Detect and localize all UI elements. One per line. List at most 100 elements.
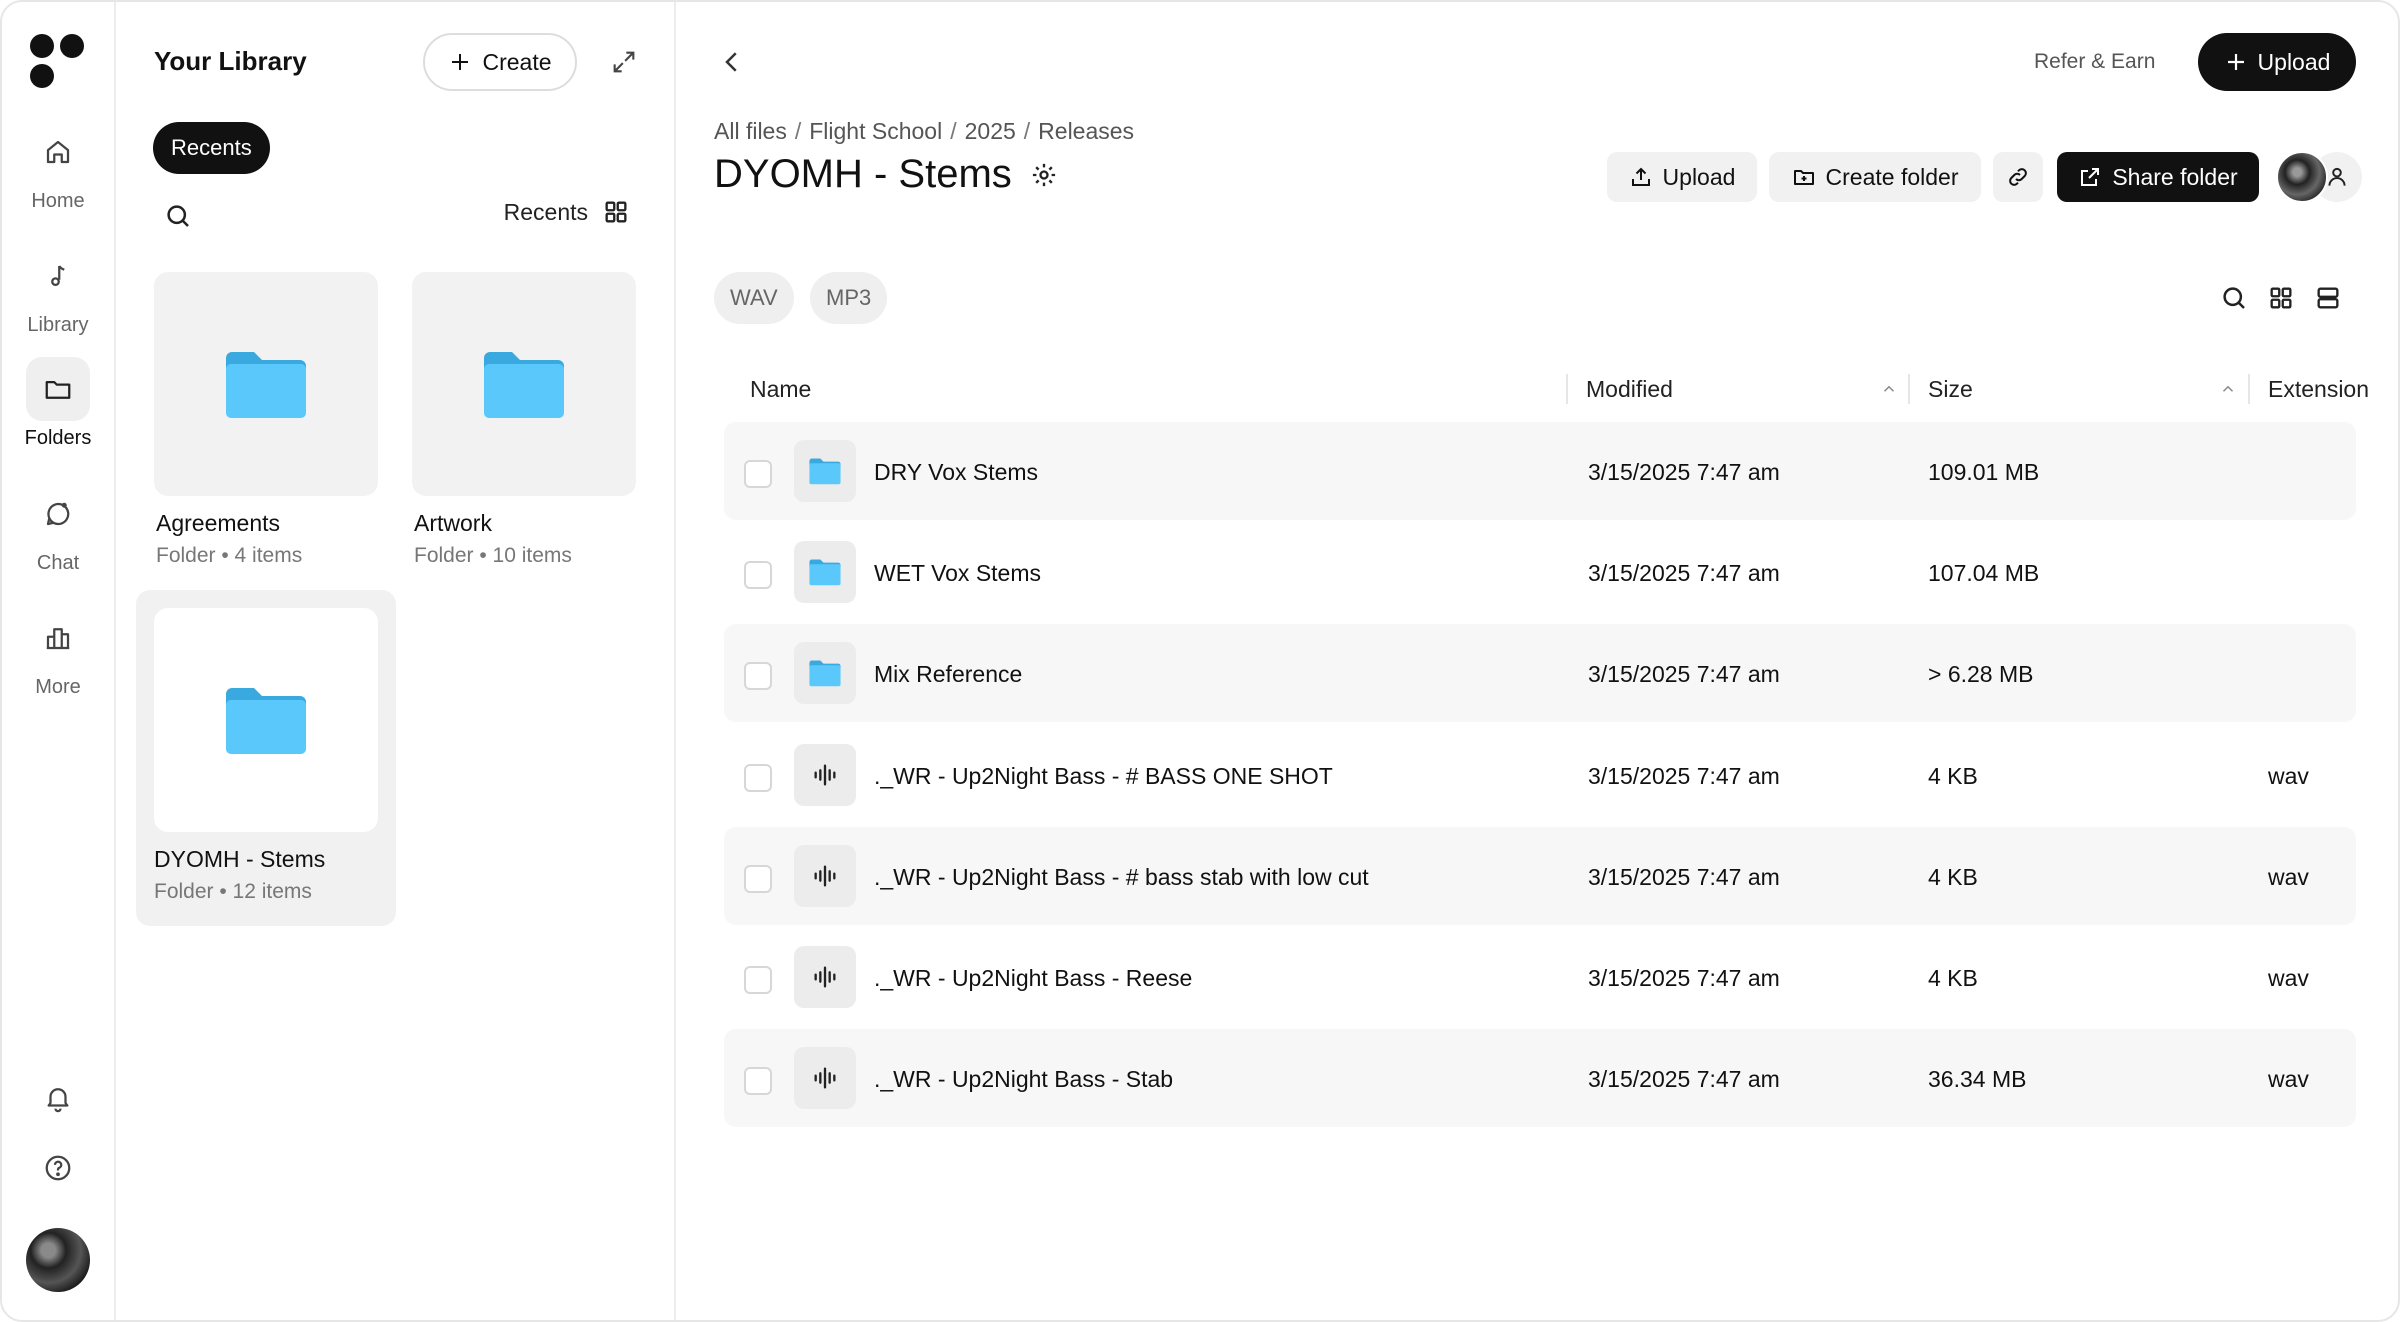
folder-card-thumbnail [412, 272, 636, 496]
folder-card-agreements[interactable]: Agreements Folder • 4 items [136, 258, 396, 578]
row-modified: 3/15/2025 7:47 am [1588, 459, 1780, 485]
breadcrumb-item[interactable]: Flight School [809, 118, 942, 145]
row-extension: wav [2268, 1066, 2309, 1092]
nav-item-home[interactable]: Home [2, 120, 114, 213]
column-divider[interactable] [1908, 374, 1910, 404]
collaborator-avatar[interactable] [2276, 151, 2328, 203]
grid-view-icon[interactable] [2261, 278, 2301, 318]
search-icon[interactable] [2214, 278, 2254, 318]
create-label: Create [482, 48, 552, 75]
table-row[interactable]: ._WR - Up2Night Bass - # BASS ONE SHOT 3… [724, 726, 2356, 824]
row-checkbox[interactable] [744, 561, 772, 589]
row-checkbox[interactable] [744, 865, 772, 893]
bell-icon[interactable] [38, 1078, 78, 1118]
folder-card-artwork[interactable]: Artwork Folder • 10 items [394, 258, 654, 578]
column-header-extension[interactable]: Extension [2268, 376, 2369, 403]
library-search-icon[interactable] [160, 198, 196, 234]
back-chevron-icon[interactable] [712, 42, 752, 82]
library-panel: Your Library Create Recents Recents Agre… [116, 2, 676, 1320]
sort-chevron-up-icon[interactable] [2219, 380, 2237, 398]
folder-icon [484, 352, 564, 418]
row-extension: wav [2268, 965, 2309, 991]
create-folder-button[interactable]: Create folder [1769, 152, 1981, 202]
folder-icon [794, 642, 856, 704]
row-checkbox[interactable] [744, 764, 772, 792]
copy-link-button[interactable] [1993, 152, 2043, 202]
main-content: Refer & Earn Upload All files / Flight S… [676, 2, 2398, 1320]
upload-button-primary[interactable]: Upload [2198, 33, 2356, 91]
row-name: WET Vox Stems [874, 560, 1042, 586]
column-header-name[interactable]: Name [750, 376, 811, 403]
folder-card-meta: Folder • 10 items [414, 544, 572, 567]
row-modified: 3/15/2025 7:47 am [1588, 1066, 1780, 1092]
folder-card-name: Agreements [156, 510, 281, 536]
row-size: 4 KB [1928, 763, 1978, 789]
row-name: ._WR - Up2Night Bass - Stab [874, 1066, 1174, 1092]
nav-item-library[interactable]: Library [2, 244, 114, 337]
table-header: Name Modified Size Extension [724, 360, 2369, 420]
table-row[interactable]: ._WR - Up2Night Bass - Stab 3/15/2025 7:… [724, 1029, 2356, 1127]
breadcrumb-item[interactable]: 2025 [965, 118, 1016, 145]
table-row[interactable]: DRY Vox Stems 3/15/2025 7:47 am 109.01 M… [724, 422, 2356, 520]
folder-icon [794, 440, 856, 502]
folder-card-dyomh-stems[interactable]: DYOMH - Stems Folder • 12 items [136, 590, 396, 926]
upload-button[interactable]: Upload [1607, 152, 1757, 202]
expand-icon[interactable] [606, 44, 642, 80]
audio-waveform-icon [794, 1047, 856, 1109]
folder-card-thumbnail [154, 608, 378, 832]
create-button[interactable]: Create [423, 33, 577, 91]
folder-card-thumbnail [154, 272, 378, 496]
breadcrumb-item[interactable]: Releases [1038, 118, 1134, 145]
breadcrumb-item[interactable]: All files [714, 118, 787, 145]
library-sort-control[interactable]: Recents [504, 198, 630, 226]
list-view-icon[interactable] [2308, 278, 2348, 318]
column-divider[interactable] [1566, 374, 1568, 404]
row-name: ._WR - Up2Night Bass - # bass stab with … [874, 864, 1369, 890]
breadcrumb-separator: / [950, 118, 957, 144]
filter-chip-mp3[interactable]: MP3 [810, 272, 888, 324]
nav-item-chat[interactable]: Chat [2, 482, 114, 575]
table-row[interactable]: ._WR - Up2Night Bass - # bass stab with … [724, 827, 2356, 925]
settings-gear-icon[interactable] [1030, 161, 1058, 189]
share-folder-button[interactable]: Share folder [2057, 152, 2259, 202]
library-title: Your Library [154, 46, 307, 76]
filter-chip-wav[interactable]: WAV [714, 272, 794, 324]
app-logo[interactable] [30, 34, 86, 90]
row-size: > 6.28 MB [1928, 661, 2034, 687]
external-link-icon [2081, 168, 2100, 186]
app-window: Home Library Folders Chat More Your Libr… [0, 0, 2400, 1322]
row-checkbox[interactable] [744, 1067, 772, 1095]
folder-icon [26, 357, 90, 421]
refer-and-earn-link[interactable]: Refer & Earn [2034, 50, 2155, 74]
share-folder-label: Share folder [2112, 163, 2238, 190]
row-modified: 3/15/2025 7:47 am [1588, 560, 1780, 586]
folder-card-name: DYOMH - Stems [154, 846, 326, 872]
audio-waveform-icon [794, 744, 856, 806]
row-modified: 3/15/2025 7:47 am [1588, 763, 1780, 789]
row-modified: 3/15/2025 7:47 am [1588, 965, 1780, 991]
row-checkbox[interactable] [744, 460, 772, 488]
nav-label-chat: Chat [36, 552, 80, 574]
upload-icon [1631, 167, 1650, 186]
folder-title-text: DYOMH - Stems [714, 152, 1012, 196]
column-divider[interactable] [2248, 374, 2250, 404]
page-title: DYOMH - Stems [714, 152, 1058, 197]
nav-item-folders[interactable]: Folders [2, 357, 114, 450]
folder-plus-icon [1793, 170, 1814, 185]
upload-action-label: Upload [1662, 163, 1736, 190]
row-checkbox[interactable] [744, 662, 772, 690]
column-header-size[interactable]: Size [1928, 376, 1973, 403]
table-row[interactable]: Mix Reference 3/15/2025 7:47 am > 6.28 M… [724, 624, 2356, 722]
column-header-modified[interactable]: Modified [1586, 376, 1673, 403]
row-size: 4 KB [1928, 864, 1978, 890]
row-checkbox[interactable] [744, 966, 772, 994]
recents-filter-chip[interactable]: Recents [153, 122, 270, 174]
table-row[interactable]: ._WR - Up2Night Bass - Reese 3/15/2025 7… [724, 928, 2356, 1026]
sort-chevron-up-icon[interactable] [1880, 380, 1898, 398]
user-avatar[interactable] [26, 1228, 90, 1292]
table-row[interactable]: WET Vox Stems 3/15/2025 7:47 am 107.04 M… [724, 523, 2356, 621]
folder-card-meta: Folder • 4 items [156, 544, 303, 567]
nav-item-more[interactable]: More [2, 606, 114, 699]
plus-icon [2227, 54, 2244, 70]
help-icon[interactable] [38, 1148, 78, 1188]
